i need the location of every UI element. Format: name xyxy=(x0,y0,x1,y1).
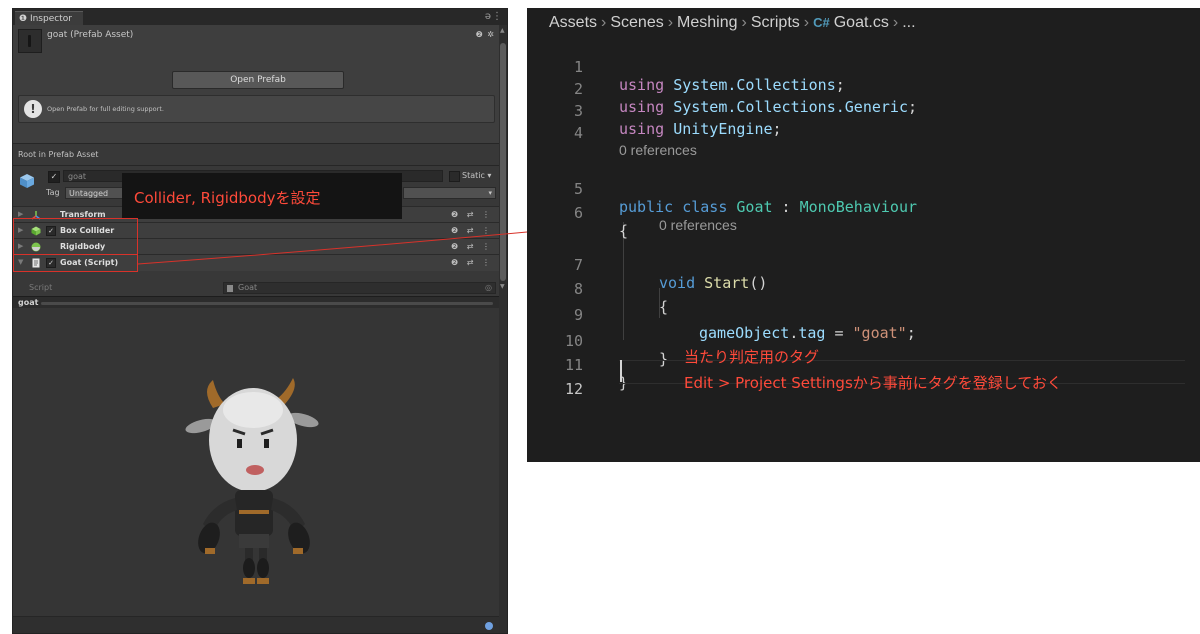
annotation-connector-line xyxy=(137,231,528,265)
